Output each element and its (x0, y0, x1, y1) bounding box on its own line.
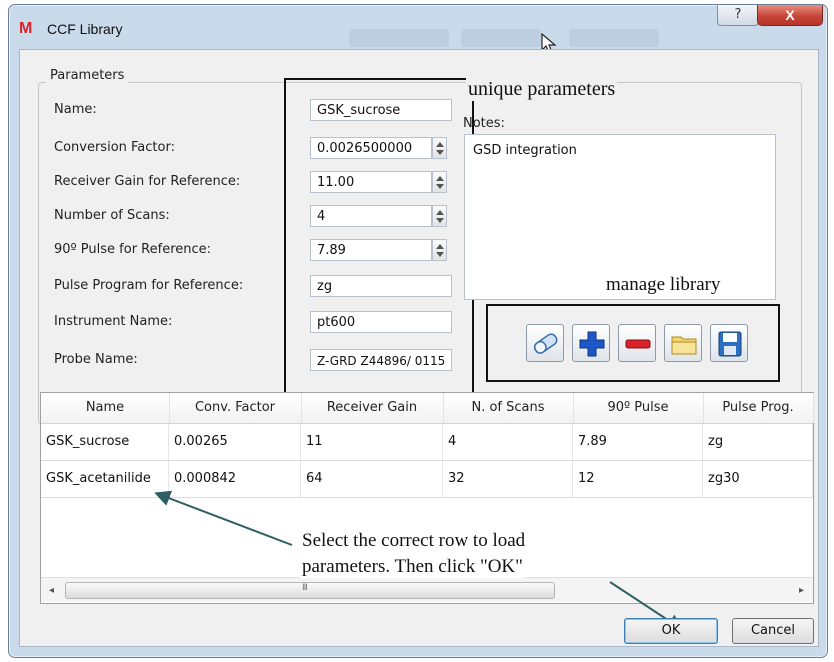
cancel-button[interactable]: Cancel (732, 618, 814, 644)
background-tab (461, 29, 541, 47)
app-logo-icon: M (19, 20, 32, 37)
background-tab (569, 29, 659, 47)
annotation-arrows (154, 490, 684, 631)
window-title: CCF Library (47, 21, 123, 37)
close-button[interactable]: X (757, 5, 823, 26)
title-bar[interactable]: M CCF Library ? X (9, 5, 827, 54)
ok-button[interactable]: OK (624, 618, 718, 644)
dialog-body: Parameters Name: Conversion Factor: Rece… (19, 49, 819, 647)
background-tab (349, 29, 449, 47)
help-button[interactable]: ? (717, 5, 759, 26)
arrow-to-row (154, 490, 293, 546)
ccf-library-window: M CCF Library ? X Parameters Name: Conve… (8, 4, 828, 658)
